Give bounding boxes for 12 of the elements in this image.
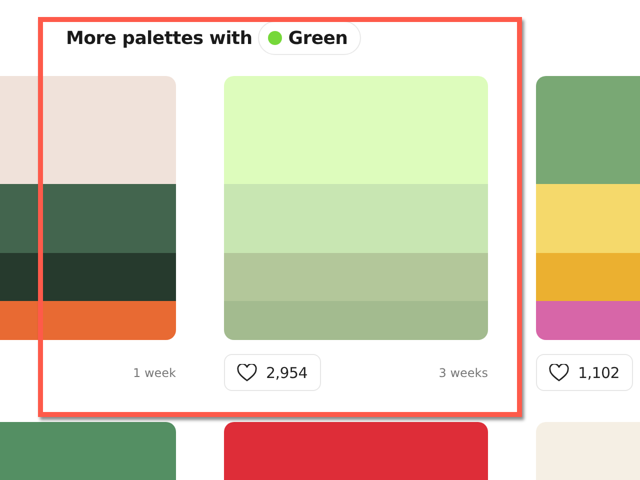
color-swatch[interactable] [224, 253, 488, 301]
like-button[interactable]: 1,102 [536, 354, 634, 391]
section-title: More palettes with [66, 28, 252, 48]
color-swatch[interactable] [224, 301, 488, 340]
color-swatch[interactable] [224, 184, 488, 253]
color-swatch[interactable] [224, 76, 488, 184]
color-tag[interactable]: Green [258, 21, 361, 55]
like-button[interactable]: 2,954 [224, 354, 322, 391]
heart-icon [549, 364, 569, 382]
time-label: 1 week [133, 366, 176, 380]
heart-icon [237, 364, 257, 382]
time-label: 3 weeks [438, 366, 488, 380]
